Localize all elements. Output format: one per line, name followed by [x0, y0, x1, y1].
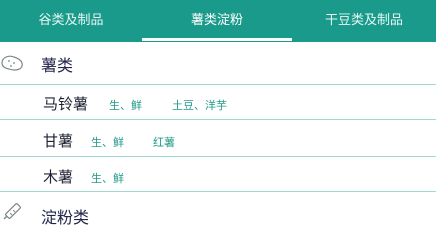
category-title: 淀粉类 — [41, 208, 90, 227]
category-header-starches: 淀粉类 — [0, 192, 436, 231]
tab-dried-beans[interactable]: 干豆类及制品 — [292, 0, 436, 42]
food-item-tag: 生、鲜 — [91, 172, 124, 185]
food-item-name: 木薯 — [43, 168, 74, 186]
food-item-name: 甘薯 — [43, 132, 74, 150]
food-item-tag: 生、鲜 — [109, 99, 142, 112]
tab-grains[interactable]: 谷类及制品 — [0, 0, 142, 42]
category-title: 薯类 — [41, 56, 74, 75]
tab-tubers-starch[interactable]: 薯类淀粉 — [142, 0, 292, 42]
food-item-alias: 红薯 — [153, 136, 175, 149]
category-tab-bar: 谷类及制品 薯类淀粉 干豆类及制品 — [0, 0, 436, 42]
food-item-tag: 生、鲜 — [91, 136, 124, 149]
food-item-row[interactable]: 马铃薯 生、鲜 土豆、洋芋 — [0, 85, 436, 119]
category-header-tubers: 薯类 — [0, 42, 436, 84]
food-item-alias: 土豆、洋芋 — [172, 99, 227, 112]
food-item-name: 马铃薯 — [43, 95, 89, 113]
starch-tube-icon — [1, 200, 23, 226]
active-tab-indicator — [142, 38, 292, 41]
potato-icon — [0, 54, 24, 76]
food-item-row[interactable]: 甘薯 生、鲜 红薯 — [0, 120, 436, 156]
food-item-row[interactable]: 木薯 生、鲜 — [0, 157, 436, 191]
